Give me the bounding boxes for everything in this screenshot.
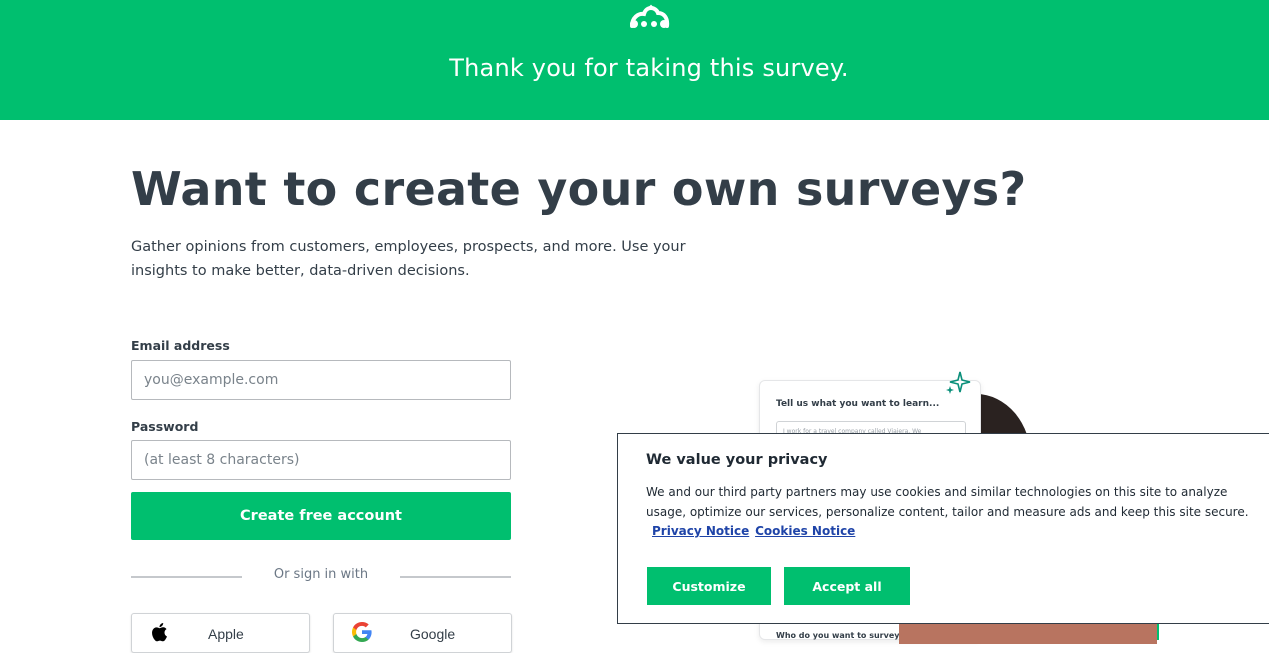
- google-signin-button[interactable]: Google: [333, 613, 512, 653]
- surveymonkey-logo-icon: [630, 4, 670, 28]
- cookie-banner: We value your privacy We and our third p…: [617, 433, 1269, 624]
- apple-signin-button[interactable]: Apple: [131, 613, 310, 653]
- password-field[interactable]: [131, 440, 511, 480]
- customize-button[interactable]: Customize: [647, 567, 771, 605]
- header-title: Thank you for taking this survey.: [449, 54, 849, 82]
- email-field[interactable]: [131, 360, 511, 400]
- email-label: Email address: [131, 338, 230, 353]
- illustration-question: Tell us what you want to learn...: [776, 399, 940, 409]
- page-subtitle: Gather opinions from customers, employee…: [131, 239, 686, 279]
- cookie-banner-body: We and our third party partners may use …: [646, 485, 1249, 519]
- sparkle-icon: [946, 371, 971, 394]
- accept-all-button[interactable]: Accept all: [784, 567, 910, 605]
- create-account-button[interactable]: Create free account: [131, 492, 511, 540]
- google-icon: [352, 622, 372, 642]
- cookie-banner-text: We and our third party partners may use …: [646, 483, 1256, 542]
- password-label: Password: [131, 419, 199, 434]
- illustration-photo-strip: [899, 624, 1157, 644]
- privacy-notice-link[interactable]: Privacy Notice: [652, 524, 749, 538]
- apple-icon: [152, 623, 167, 642]
- divider-text: Or sign in with: [273, 567, 369, 582]
- cookie-banner-title: We value your privacy: [646, 452, 828, 468]
- page-title: Want to create your own surveys?: [131, 162, 1027, 216]
- cookies-notice-link[interactable]: Cookies Notice: [755, 524, 855, 538]
- illustration-question-2: Who do you want to survey?: [776, 631, 905, 640]
- divider-left: [131, 576, 242, 578]
- divider-right: [400, 576, 511, 578]
- survey-header: Thank you for taking this survey.: [0, 0, 1269, 120]
